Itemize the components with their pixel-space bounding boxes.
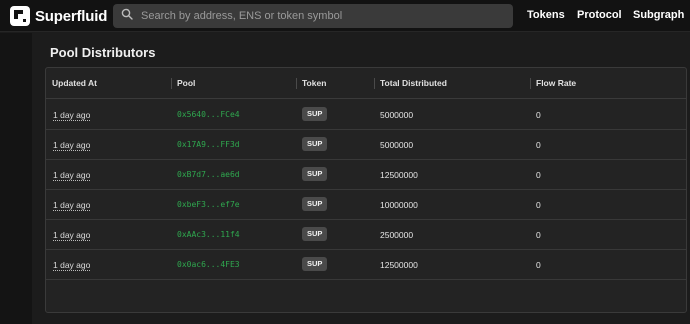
- brand-logo[interactable]: Superfluid: [10, 6, 107, 26]
- flow-rate: 0: [536, 110, 541, 120]
- updated-at[interactable]: 1 day ago: [53, 260, 90, 270]
- pool-address-link[interactable]: 0xAAc3...11f4: [177, 230, 240, 239]
- updated-at[interactable]: 1 day ago: [53, 170, 90, 180]
- table-row[interactable]: 1 day ago 0x17A9...FF3d SUP 5000000 0: [46, 130, 686, 160]
- flow-rate: 0: [536, 200, 541, 210]
- table-row[interactable]: 1 day ago 0xAAc3...11f4 SUP 2500000 0: [46, 220, 686, 250]
- token-badge[interactable]: SUP: [302, 227, 328, 241]
- token-badge[interactable]: SUP: [302, 257, 328, 271]
- search-bar[interactable]: [113, 4, 513, 28]
- token-badge[interactable]: SUP: [302, 197, 328, 211]
- pool-distributors-table: Updated At Pool Token Total Distributed …: [45, 67, 687, 313]
- column-header-flow-rate[interactable]: Flow Rate: [536, 78, 576, 88]
- column-divider: [171, 78, 172, 89]
- section-title: Pool Distributors: [50, 45, 156, 60]
- token-badge[interactable]: SUP: [302, 107, 328, 121]
- search-icon: [121, 7, 133, 25]
- flow-rate: 0: [536, 170, 541, 180]
- column-header-total-distributed[interactable]: Total Distributed: [380, 78, 447, 88]
- table-header: Updated At Pool Token Total Distributed …: [46, 68, 686, 99]
- brand-name: Superfluid: [35, 7, 108, 25]
- pool-address-link[interactable]: 0x0ac6...4FE3: [177, 260, 240, 269]
- search-input[interactable]: [141, 10, 501, 22]
- total-distributed: 2500000: [380, 230, 414, 240]
- pool-address-link[interactable]: 0xB7d7...ae6d: [177, 170, 240, 179]
- updated-at[interactable]: 1 day ago: [53, 200, 90, 210]
- total-distributed: 5000000: [380, 110, 414, 120]
- left-sidebar-strip: [0, 33, 32, 324]
- table-row[interactable]: 1 day ago 0xB7d7...ae6d SUP 12500000 0: [46, 160, 686, 190]
- token-badge[interactable]: SUP: [302, 167, 328, 181]
- total-distributed: 12500000: [380, 170, 418, 180]
- nav-tokens[interactable]: Tokens: [527, 9, 565, 21]
- pool-address-link[interactable]: 0xbeF3...ef7e: [177, 200, 240, 209]
- total-distributed: 10000000: [380, 200, 418, 210]
- flow-rate: 0: [536, 230, 541, 240]
- column-header-token[interactable]: Token: [302, 78, 326, 88]
- column-header-updated-at[interactable]: Updated At: [52, 78, 97, 88]
- total-distributed: 12500000: [380, 260, 418, 270]
- flow-rate: 0: [536, 260, 541, 270]
- column-header-pool[interactable]: Pool: [177, 78, 195, 88]
- table-row[interactable]: 1 day ago 0xbeF3...ef7e SUP 10000000 0: [46, 190, 686, 220]
- pool-address-link[interactable]: 0x17A9...FF3d: [177, 140, 240, 149]
- updated-at[interactable]: 1 day ago: [53, 230, 90, 240]
- token-badge[interactable]: SUP: [302, 137, 328, 151]
- updated-at[interactable]: 1 day ago: [53, 140, 90, 150]
- top-navigation-bar: Superfluid Tokens Protocol Subgraph: [0, 0, 690, 32]
- pool-address-link[interactable]: 0x5640...FCe4: [177, 110, 240, 119]
- table-row[interactable]: 1 day ago 0x5640...FCe4 SUP 5000000 0: [46, 100, 686, 130]
- nav-protocol[interactable]: Protocol: [577, 9, 622, 21]
- table-row[interactable]: 1 day ago 0x0ac6...4FE3 SUP 12500000 0: [46, 250, 686, 280]
- updated-at[interactable]: 1 day ago: [53, 110, 90, 120]
- column-divider: [530, 78, 531, 89]
- flow-rate: 0: [536, 140, 541, 150]
- total-distributed: 5000000: [380, 140, 414, 150]
- column-divider: [296, 78, 297, 89]
- column-divider: [374, 78, 375, 89]
- nav-subgraph[interactable]: Subgraph: [633, 9, 684, 21]
- superfluid-logo-icon: [10, 6, 30, 26]
